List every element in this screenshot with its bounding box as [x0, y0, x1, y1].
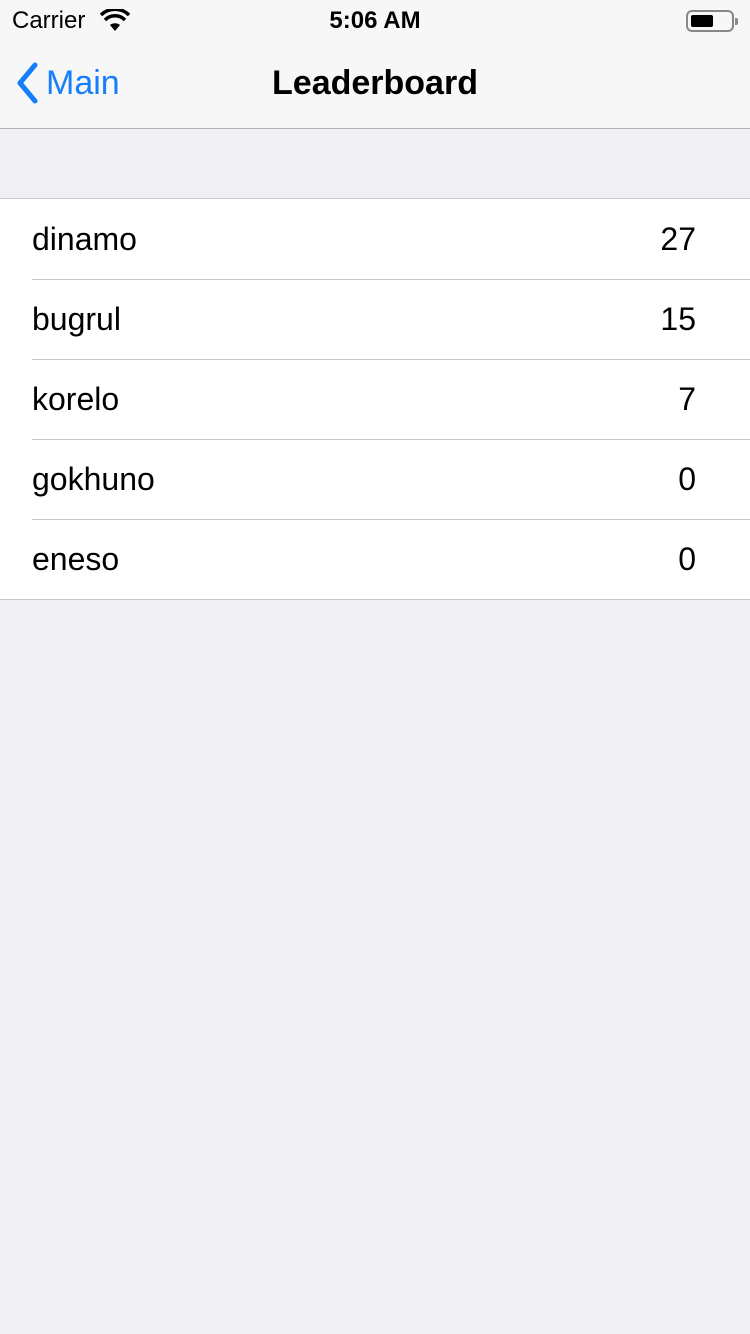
player-score: 7 [678, 380, 696, 417]
clock: 5:06 AM [329, 7, 421, 34]
player-name: gokhuno [32, 460, 155, 497]
navigation-bar: Carrier 5:06 AM Main Leaderboard [0, 0, 750, 129]
player-score: 27 [660, 220, 696, 257]
battery-icon [686, 10, 738, 32]
leaderboard-list: dinamo 27 bugrul 15 korelo 7 gokhuno 0 eneso… [0, 198, 750, 600]
player-name: eneso [32, 540, 120, 577]
player-score: 15 [660, 300, 696, 337]
player-name: korelo [32, 380, 120, 417]
table-row[interactable]: eneso 0 [0, 519, 750, 599]
table-row[interactable]: dinamo 27 [0, 199, 750, 279]
table-row[interactable]: korelo 7 [0, 359, 750, 439]
player-name: bugrul [32, 300, 121, 337]
table-row[interactable]: bugrul 15 [0, 279, 750, 359]
table-row[interactable]: gokhuno 0 [0, 439, 750, 519]
status-bar: Carrier 5:06 AM [0, 0, 750, 40]
player-score: 0 [678, 460, 696, 497]
player-score: 0 [678, 540, 696, 577]
player-name: dinamo [32, 220, 137, 257]
page-title: Leaderboard [272, 64, 478, 102]
